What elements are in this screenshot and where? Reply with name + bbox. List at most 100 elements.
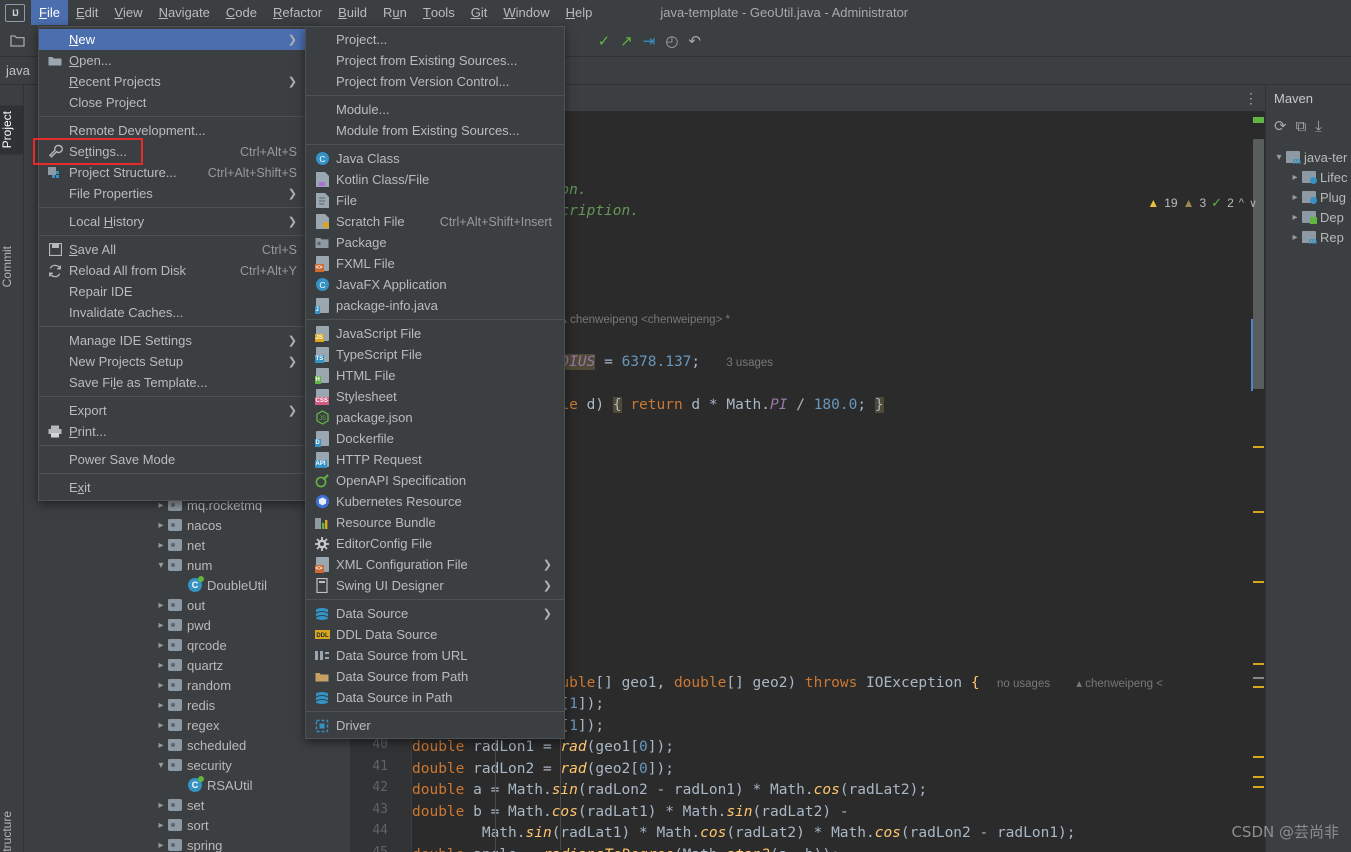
editor-marker[interactable]	[1253, 776, 1264, 778]
project-tree-item[interactable]: ▸ pwd	[24, 615, 350, 635]
project-tree-item[interactable]: C RSAUtil	[24, 775, 350, 795]
project-tree-item[interactable]: ▸ nacos	[24, 515, 350, 535]
refresh-icon[interactable]: ⟳	[1274, 117, 1287, 135]
menu-item-remote-development[interactable]: Remote Development...	[39, 120, 309, 141]
chevron-down-icon[interactable]: ▾	[1272, 152, 1286, 163]
maven-toolbar[interactable]: ⟳ ⧉ ⤓	[1266, 111, 1351, 141]
menubar-item-code[interactable]: Code	[218, 0, 265, 25]
menu-item-javascript-file[interactable]: JS JavaScript File	[306, 323, 564, 344]
chevron-right-icon[interactable]: ▸	[154, 500, 168, 511]
chevron-right-icon[interactable]: ▸	[1288, 212, 1302, 223]
menu-item-manage-ide-settings[interactable]: Manage IDE Settings ❯	[39, 330, 309, 351]
editor-marker-strip[interactable]	[1251, 111, 1265, 852]
add-folder-icon[interactable]: ⧉	[1296, 118, 1307, 135]
menu-item-reload-all-from-disk[interactable]: Reload All from Disk Ctrl+Alt+Y	[39, 260, 309, 281]
menu-item-java-class[interactable]: C Java Class	[306, 148, 564, 169]
menu-item-scratch-file[interactable]: Scratch File Ctrl+Alt+Shift+Insert	[306, 211, 564, 232]
menu-item-repair-ide[interactable]: Repair IDE	[39, 281, 309, 302]
project-tree-item[interactable]: C DoubleUtil	[24, 575, 350, 595]
menu-item-data-source-from-path[interactable]: Data Source from Path	[306, 666, 564, 687]
menu-item-print[interactable]: Print...	[39, 421, 309, 442]
chevron-right-icon[interactable]: ▸	[1288, 192, 1302, 203]
undo-icon[interactable]: ↶	[688, 32, 701, 50]
clock-icon[interactable]: ◴	[665, 32, 678, 50]
menu-item-dockerfile[interactable]: D Dockerfile	[306, 428, 564, 449]
menu-item-save-file-as-template[interactable]: Save File as Template...	[39, 372, 309, 393]
menu-item-javafx-application[interactable]: C JavaFX Application	[306, 274, 564, 295]
editor-marker[interactable]	[1253, 786, 1264, 788]
menu-item-open[interactable]: Open...	[39, 50, 309, 71]
project-tree-item[interactable]: ▸ redis	[24, 695, 350, 715]
menu-item-module-from-existing-sources[interactable]: Module from Existing Sources...	[306, 120, 564, 141]
project-tree-item[interactable]: ▸ sort	[24, 815, 350, 835]
menu-item-new-projects-setup[interactable]: New Projects Setup ❯	[39, 351, 309, 372]
open-folder-icon[interactable]	[6, 30, 28, 52]
menu-item-data-source-in-path[interactable]: Data Source in Path	[306, 687, 564, 708]
menu-item-settings[interactable]: Settings... Ctrl+Alt+S	[39, 141, 309, 162]
editor-marker[interactable]	[1253, 581, 1264, 583]
chevron-right-icon[interactable]: ▸	[154, 520, 168, 531]
chevron-right-icon[interactable]: ▸	[154, 740, 168, 751]
menu-item-project-from-existing-sources[interactable]: Project from Existing Sources...	[306, 50, 564, 71]
next-problem-icon[interactable]: ∨	[1249, 197, 1257, 210]
editor-marker[interactable]	[1253, 663, 1264, 665]
menu-item-stylesheet[interactable]: CSS Stylesheet	[306, 386, 564, 407]
maven-tree-item[interactable]: ▾ java-ter	[1266, 147, 1351, 167]
menu-item-driver[interactable]: Driver	[306, 715, 564, 736]
menu-item-recent-projects[interactable]: Recent Projects ❯	[39, 71, 309, 92]
menu-item-swing-ui-designer[interactable]: Swing UI Designer ❯	[306, 575, 564, 596]
menubar-item-run[interactable]: Run	[375, 0, 415, 25]
menu-item-file-properties[interactable]: File Properties ❯	[39, 183, 309, 204]
menu-bar[interactable]: File Edit View Navigate Code Refactor Build Ru n…	[31, 0, 600, 25]
menu-item-typescript-file[interactable]: TS TypeScript File	[306, 344, 564, 365]
chevron-down-icon[interactable]: ▾	[154, 560, 168, 571]
menu-item-html-file[interactable]: H HTML File	[306, 365, 564, 386]
menu-item-data-source[interactable]: Data Source ❯	[306, 603, 564, 624]
chevron-right-icon[interactable]: ▸	[154, 800, 168, 811]
menu-item-resource-bundle[interactable]: Resource Bundle	[306, 512, 564, 533]
project-tree-item[interactable]: ▸ random	[24, 675, 350, 695]
editor-marker[interactable]	[1253, 511, 1264, 513]
menu-item-kotlin-class-file[interactable]: Kotlin Class/File	[306, 169, 564, 190]
editor-marker[interactable]	[1253, 677, 1264, 679]
menubar-item-navigate[interactable]: Navigate	[151, 0, 218, 25]
left-tool-strip[interactable]: Project Commit Structure	[0, 85, 24, 852]
menu-item-xml-configuration-file[interactable]: <> XML Configuration File ❯	[306, 554, 564, 575]
menu-item-new[interactable]: New ❯	[39, 29, 309, 50]
tool-tab-commit[interactable]: Commit	[0, 240, 24, 293]
maven-tree[interactable]: ▾java-ter▸Lifec▸Plug▸Dep▸Rep	[1266, 141, 1351, 247]
tool-tab-structure[interactable]: Structure	[0, 805, 24, 852]
menu-item-close-project[interactable]: Close Project	[39, 92, 309, 113]
menu-item-data-source-from-url[interactable]: Data Source from URL	[306, 645, 564, 666]
tool-tab-project[interactable]: Project	[0, 105, 24, 155]
menu-item-project-from-version-control[interactable]: Project from Version Control...	[306, 71, 564, 92]
project-tree-item[interactable]: ▸ out	[24, 595, 350, 615]
menu-item-fxml-file[interactable]: <> FXML File	[306, 253, 564, 274]
maven-tree-item[interactable]: ▸ Lifec	[1266, 167, 1351, 187]
maven-tree-item[interactable]: ▸ Rep	[1266, 227, 1351, 247]
chevron-right-icon[interactable]: ▸	[154, 720, 168, 731]
menubar-item-build[interactable]: Build	[330, 0, 375, 25]
download-icon[interactable]: ⤓	[1315, 118, 1322, 135]
project-tree-item[interactable]: ▸ regex	[24, 715, 350, 735]
import-arrow-icon[interactable]: ⇥	[643, 32, 656, 50]
editor-marker[interactable]	[1253, 756, 1264, 758]
menu-item-project-structure[interactable]: Project Structure... Ctrl+Alt+Shift+S	[39, 162, 309, 183]
menu-item-editorconfig-file[interactable]: EditorConfig File	[306, 533, 564, 554]
chevron-right-icon[interactable]: ▸	[154, 620, 168, 631]
menubar-item-help[interactable]: Help	[558, 0, 601, 25]
project-tree-item[interactable]: ▾ num	[24, 555, 350, 575]
chevron-right-icon[interactable]: ▸	[154, 820, 168, 831]
menu-item-file[interactable]: File	[306, 190, 564, 211]
arrow-up-right-icon[interactable]: ↗	[620, 32, 633, 50]
menu-item-exit[interactable]: Exit	[39, 477, 309, 498]
toolbar-action-icons[interactable]: ✓ ↗ ⇥ ◴ ↶	[598, 32, 701, 50]
project-tree-item[interactable]: ▸ qrcode	[24, 635, 350, 655]
project-tree-item[interactable]: ▸ quartz	[24, 655, 350, 675]
chevron-right-icon[interactable]: ▸	[154, 640, 168, 651]
project-tree-item[interactable]: ▸ net	[24, 535, 350, 555]
menubar-item-edit[interactable]: Edit	[68, 0, 106, 25]
maven-tree-item[interactable]: ▸ Plug	[1266, 187, 1351, 207]
editor-options-kebab-icon[interactable]: ⋮	[1244, 90, 1259, 107]
menubar-item-window[interactable]: Window	[495, 0, 557, 25]
